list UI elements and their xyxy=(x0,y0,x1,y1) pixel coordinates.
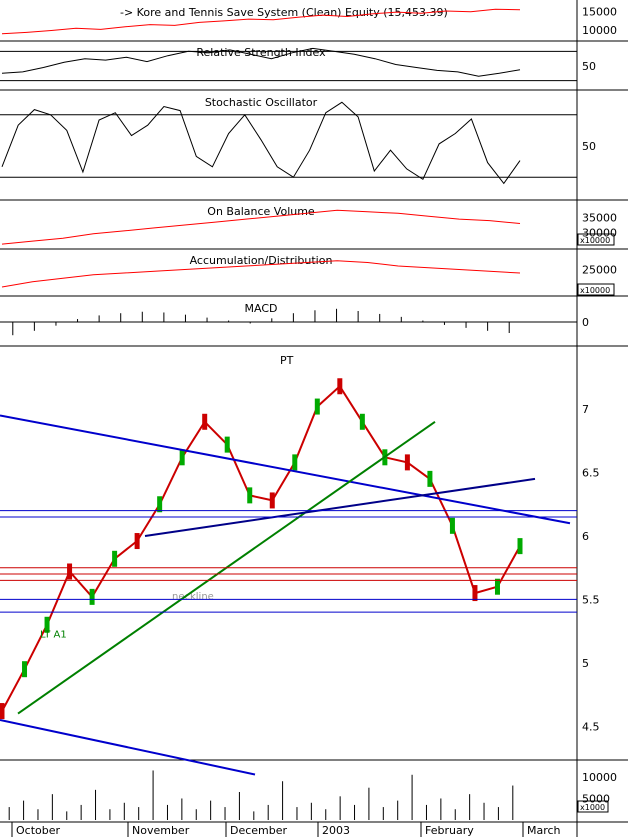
price-mark xyxy=(67,563,73,580)
price-mark xyxy=(427,470,433,487)
y-tick-label: 0 xyxy=(582,316,589,329)
price-mark xyxy=(292,454,298,471)
price-mark xyxy=(404,454,410,471)
price-mark xyxy=(472,585,478,602)
price-mark xyxy=(269,492,275,509)
price-mark xyxy=(202,413,208,430)
y-tick-label: 5.5 xyxy=(582,593,600,606)
price-mark xyxy=(134,533,140,550)
y-tick-label: 15000 xyxy=(582,5,617,18)
price-mark xyxy=(179,449,185,466)
panel-title: Stochastic Oscillator xyxy=(205,96,318,109)
svg-text:x10000: x10000 xyxy=(580,236,610,245)
panel-title: On Balance Volume xyxy=(207,205,315,218)
price-mark xyxy=(337,378,343,395)
price-mark xyxy=(224,436,230,453)
price-mark xyxy=(89,588,95,605)
y-tick-label: 7 xyxy=(582,403,589,416)
price-mark xyxy=(359,413,365,430)
svg-text:x1000: x1000 xyxy=(580,803,605,812)
y-tick-label: 6.5 xyxy=(582,467,600,480)
stock-chart: 1500010000-> Kore and Tennis Save System… xyxy=(0,0,628,837)
y-tick-label: 4.5 xyxy=(582,720,600,733)
price-mark xyxy=(112,550,118,567)
y-tick-label: 6 xyxy=(582,530,589,543)
price-mark xyxy=(247,487,253,504)
x-tick-label: February xyxy=(425,824,474,837)
annotation-lt: LT A1 xyxy=(40,629,67,640)
panel-title: MACD xyxy=(245,302,278,315)
x-tick-label: 2003 xyxy=(322,824,350,837)
svg-text:x10000: x10000 xyxy=(580,286,610,295)
price-mark xyxy=(314,398,320,415)
x-tick-label: March xyxy=(527,824,561,837)
x-tick-label: November xyxy=(132,824,190,837)
price-mark xyxy=(0,703,5,720)
x-tick-label: December xyxy=(230,824,288,837)
y-tick-label: 50 xyxy=(582,140,596,153)
y-tick-label: 35000 xyxy=(582,212,617,225)
y-tick-label: 10000 xyxy=(582,771,617,784)
y-tick-label: 5 xyxy=(582,657,589,670)
x-tick-label: October xyxy=(16,824,60,837)
price-mark xyxy=(449,517,455,534)
price-mark xyxy=(517,538,523,555)
y-tick-label: 10000 xyxy=(582,24,617,37)
y-tick-label: 50 xyxy=(582,60,596,73)
panel-title: PT xyxy=(280,354,294,367)
y-tick-label: 25000 xyxy=(582,264,617,277)
price-mark xyxy=(157,496,163,513)
price-mark xyxy=(494,578,500,595)
price-mark xyxy=(22,661,28,678)
